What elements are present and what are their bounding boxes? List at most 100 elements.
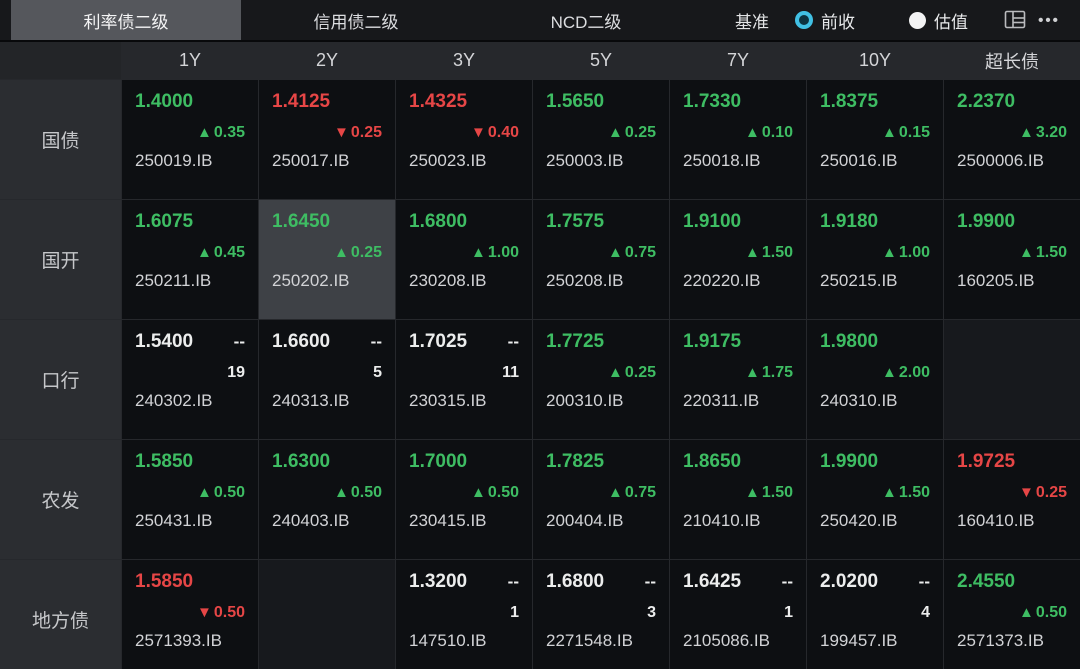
bond-code: 210410.IB: [683, 511, 761, 531]
rate-cell[interactable]: 1.8375▲0.15250016.IB: [807, 80, 943, 199]
empty-cell[interactable]: [944, 320, 1080, 439]
rate-cell[interactable]: 1.7825▲0.75200404.IB: [533, 440, 669, 559]
rate-value: 1.6425: [683, 571, 741, 593]
change-amount: 1.00: [899, 244, 930, 261]
benchmark-label: 基准: [735, 0, 769, 40]
change-value: ▲0.50: [334, 484, 382, 502]
up-triangle-icon: ▲: [882, 124, 897, 141]
rate-cell[interactable]: 1.5650▲0.25250003.IB: [533, 80, 669, 199]
change-value: ▲0.45: [197, 244, 245, 262]
change-value: ▲1.50: [745, 244, 793, 262]
up-triangle-icon: ▲: [882, 364, 897, 381]
tab-rates-secondary[interactable]: 利率债二级: [11, 0, 241, 40]
rate-cell[interactable]: 1.7025--11230315.IB: [396, 320, 532, 439]
bond-code: 250018.IB: [683, 151, 761, 171]
rate-cell[interactable]: 1.7330▲0.10250018.IB: [670, 80, 806, 199]
rate-cell[interactable]: 1.6425--12105086.IB: [670, 560, 806, 669]
up-triangle-icon: ▲: [608, 484, 623, 501]
up-triangle-icon: ▲: [745, 124, 760, 141]
change-value: ▲1.50: [745, 484, 793, 502]
bond-code: 240313.IB: [272, 391, 350, 411]
bond-code: 230208.IB: [409, 271, 487, 291]
rate-cell[interactable]: 1.9175▲1.75220311.IB: [670, 320, 806, 439]
rate-value: 1.9725: [957, 451, 1015, 473]
rate-cell[interactable]: 1.6600--5240313.IB: [259, 320, 395, 439]
rate-cell[interactable]: 1.7000▲0.50230415.IB: [396, 440, 532, 559]
rate-cell[interactable]: 1.6450▲0.25250202.IB: [259, 200, 395, 319]
change-value: ▲0.50: [471, 484, 519, 502]
change-value: ▲0.25: [608, 364, 656, 382]
rate-cell[interactable]: 2.4550▲0.502571373.IB: [944, 560, 1080, 669]
change-value: ▲0.10: [745, 124, 793, 142]
rate-value: 1.7025: [409, 331, 467, 353]
rate-value: 1.6800: [546, 571, 604, 593]
change-amount: 0.50: [1036, 604, 1067, 621]
change-value: ▲1.00: [882, 244, 930, 262]
rate-cell[interactable]: 1.7575▲0.75250208.IB: [533, 200, 669, 319]
rate-value: 2.4550: [957, 571, 1015, 593]
change-amount: 0.15: [899, 124, 930, 141]
rate-value: 2.0200: [820, 571, 878, 593]
more-options-icon[interactable]: •••: [1032, 5, 1066, 35]
change-amount: 0.75: [625, 244, 656, 261]
trade-count: 19: [227, 364, 245, 382]
change-value: ▲0.50: [197, 484, 245, 502]
rate-cell[interactable]: 1.5850▼0.502571393.IB: [122, 560, 258, 669]
rate-value: 1.5850: [135, 571, 193, 593]
corner-cell: [0, 42, 121, 79]
tab-credit-secondary[interactable]: 信用债二级: [241, 0, 471, 40]
radio-valuation[interactable]: 估值: [909, 0, 968, 40]
rate-cell[interactable]: 1.6800--32271548.IB: [533, 560, 669, 669]
rate-value: 1.9180: [820, 211, 878, 233]
row-label: 国债: [0, 80, 121, 199]
up-triangle-icon: ▲: [334, 244, 349, 261]
column-header: 1Y: [122, 42, 258, 79]
up-triangle-icon: ▲: [197, 244, 212, 261]
rate-cell[interactable]: 1.4125▼0.25250017.IB: [259, 80, 395, 199]
rate-cell[interactable]: 1.6300▲0.50240403.IB: [259, 440, 395, 559]
rate-cell[interactable]: 1.5850▲0.50250431.IB: [122, 440, 258, 559]
up-triangle-icon: ▲: [608, 364, 623, 381]
rate-cell[interactable]: 1.6075▲0.45250211.IB: [122, 200, 258, 319]
rate-cell[interactable]: 1.9180▲1.00250215.IB: [807, 200, 943, 319]
change-amount: 1.75: [762, 364, 793, 381]
radio-prev-close[interactable]: 前收: [795, 0, 855, 40]
up-triangle-icon: ▲: [882, 484, 897, 501]
rate-cell[interactable]: 1.9800▲2.00240310.IB: [807, 320, 943, 439]
change-value: ▲0.50: [1019, 604, 1067, 622]
rate-value: 1.6800: [409, 211, 467, 233]
change-amount: 1.50: [762, 484, 793, 501]
rate-value: 1.9900: [820, 451, 878, 473]
empty-cell[interactable]: [259, 560, 395, 669]
rate-cell[interactable]: 1.9900▲1.50160205.IB: [944, 200, 1080, 319]
rate-cell[interactable]: 1.4000▲0.35250019.IB: [122, 80, 258, 199]
toolbar-icons: •••: [998, 0, 1080, 40]
rate-cell[interactable]: 1.3200--1147510.IB: [396, 560, 532, 669]
rate-cell[interactable]: 1.8650▲1.50210410.IB: [670, 440, 806, 559]
bond-code: 2105086.IB: [683, 631, 770, 651]
layout-panel-icon[interactable]: [998, 5, 1032, 35]
rate-cell[interactable]: 2.0200--4199457.IB: [807, 560, 943, 669]
rate-cell[interactable]: 1.9100▲1.50220220.IB: [670, 200, 806, 319]
up-triangle-icon: ▲: [608, 124, 623, 141]
rate-cell[interactable]: 1.9900▲1.50250420.IB: [807, 440, 943, 559]
rate-cell[interactable]: 2.2370▲3.202500006.IB: [944, 80, 1080, 199]
rate-value: 1.6300: [272, 451, 330, 473]
bond-code: 200404.IB: [546, 511, 624, 531]
change-value: ▲1.00: [471, 244, 519, 262]
radio-selected-icon: [795, 11, 813, 29]
rate-value: 1.9100: [683, 211, 741, 233]
change-amount: 0.35: [214, 124, 245, 141]
rate-cell[interactable]: 1.7725▲0.25200310.IB: [533, 320, 669, 439]
top-bar: 利率债二级 信用债二级 NCD二级 基准 前收 估值 •••: [0, 0, 1080, 40]
tab-ncd-secondary[interactable]: NCD二级: [471, 0, 701, 40]
bond-code: 2571393.IB: [135, 631, 222, 651]
tab-bar: 利率债二级 信用债二级 NCD二级: [11, 0, 701, 40]
bond-code: 240310.IB: [820, 391, 898, 411]
rate-cell[interactable]: 1.9725▼0.25160410.IB: [944, 440, 1080, 559]
bond-code: 250431.IB: [135, 511, 213, 531]
rate-cell[interactable]: 1.4325▼0.40250023.IB: [396, 80, 532, 199]
rate-cell[interactable]: 1.5400--19240302.IB: [122, 320, 258, 439]
up-triangle-icon: ▲: [745, 244, 760, 261]
rate-cell[interactable]: 1.6800▲1.00 230208.IB: [396, 200, 532, 319]
